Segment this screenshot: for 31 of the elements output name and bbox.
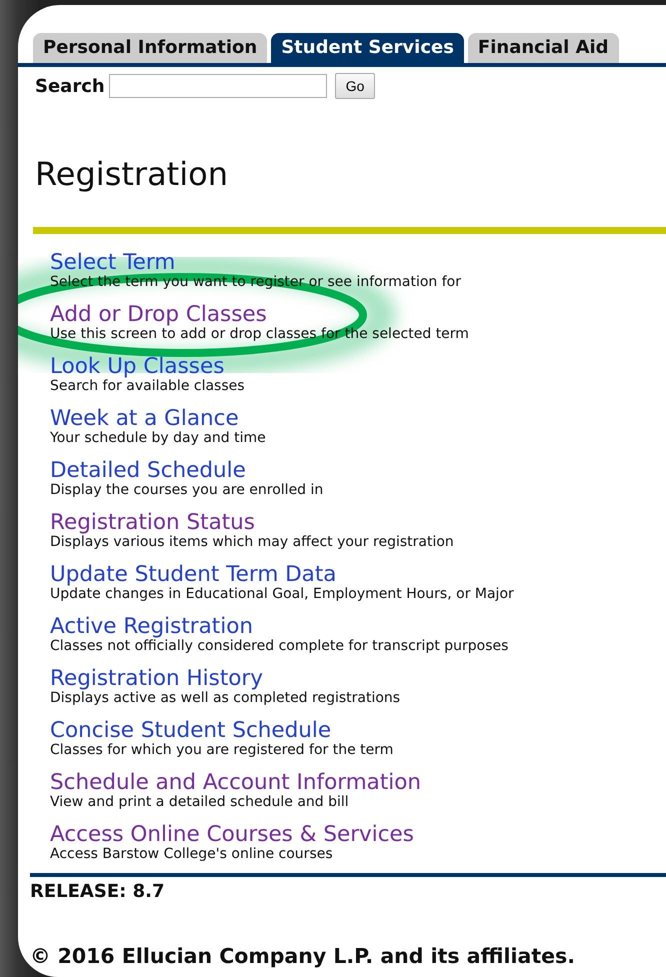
- search-label: Search: [35, 76, 105, 96]
- go-button[interactable]: Go: [334, 73, 376, 99]
- page-heading: Registration: [35, 155, 229, 193]
- menu-link[interactable]: Registration History: [50, 667, 263, 691]
- link-description: Classes for which you are registered for the term: [50, 742, 394, 759]
- menu-link[interactable]: Look Up Classes: [50, 355, 224, 379]
- menu-link[interactable]: Active Registration: [50, 615, 253, 639]
- link-description: Update changes in Educational Goal, Employment Hours, or Major: [50, 586, 515, 603]
- link-description: Displays various items which may affect your registration: [50, 534, 455, 551]
- menu-link[interactable]: Schedule and Account Information: [50, 771, 422, 795]
- menu-link[interactable]: Detailed Schedule: [50, 459, 246, 483]
- link-description: View and print a detailed schedule and bill: [50, 794, 350, 811]
- menu-link[interactable]: Concise Student Schedule: [50, 719, 332, 743]
- tab[interactable]: Personal Information: [33, 33, 268, 63]
- link-description: Displays active as well as completed registrations: [50, 690, 402, 707]
- menu-link[interactable]: Registration Status: [50, 511, 255, 535]
- menu-link[interactable]: Access Online Courses & Services: [50, 823, 414, 847]
- link-description: Classes not officially considered complete for transcript purposes: [50, 638, 510, 655]
- menu-link[interactable]: Add or Drop Classes: [50, 303, 267, 327]
- link-description: Your schedule by day and time: [50, 430, 267, 447]
- link-description: Search for available classes: [50, 378, 246, 395]
- link-description: Display the courses you are enrolled in: [50, 482, 324, 499]
- menu-link[interactable]: Update Student Term Data: [50, 563, 336, 587]
- tab[interactable]: Financial Aid: [468, 33, 619, 63]
- menu-link[interactable]: Select Term: [50, 251, 176, 275]
- link-description: Access Barstow College's online courses: [50, 846, 334, 863]
- tab[interactable]: Student Services: [271, 33, 464, 63]
- menu-link[interactable]: Week at a Glance: [50, 407, 239, 431]
- release-label: RELEASE: 8.7: [30, 881, 164, 902]
- search-field[interactable]: [108, 74, 327, 98]
- copyright-notice: © 2016 Ellucian Company L.P. and its affiliates.: [30, 944, 576, 968]
